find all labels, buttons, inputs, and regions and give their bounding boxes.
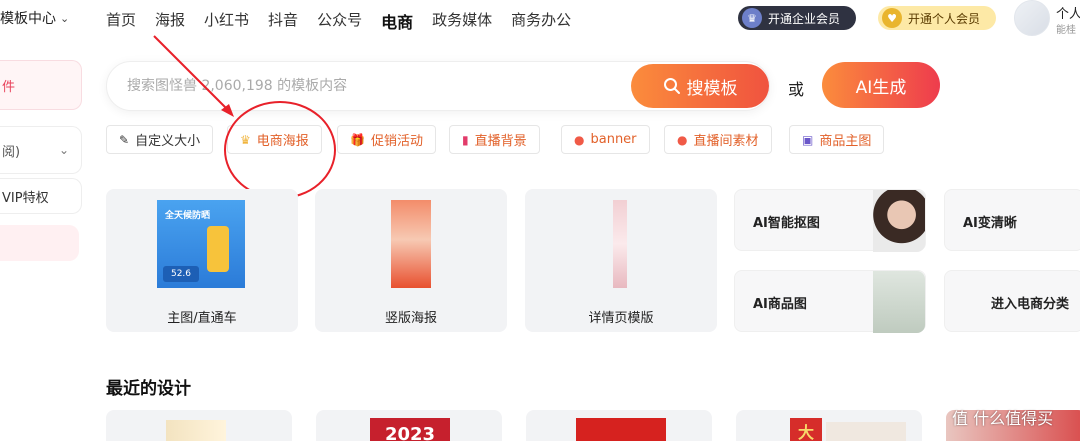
enterprise-member-button[interactable]: ♛ 开通企业会员: [738, 6, 856, 30]
template-center-label: 模板中心: [0, 11, 56, 27]
chip-live-materials[interactable]: ● 直播间素材: [664, 125, 772, 154]
template-center-menu[interactable]: 模板中心 ⌄: [0, 8, 69, 28]
nav-item-douyin[interactable]: 抖音: [268, 9, 298, 33]
personal-member-label: 开通个人会员: [908, 11, 981, 26]
chip-label: banner: [590, 132, 637, 147]
nav-item-wechat-official[interactable]: 公众号: [317, 9, 362, 33]
chip-label: 商品主图: [819, 134, 872, 149]
search-template-button[interactable]: 搜模板: [631, 64, 769, 108]
chevron-down-icon: ⌄: [58, 143, 69, 157]
category-card-main-image[interactable]: 全天候防晒 52.6 主图/直通车: [106, 189, 298, 332]
ai-cutout-thumbnail: [873, 190, 925, 252]
chip-label: 促销活动: [370, 134, 423, 149]
heart-icon: ●: [677, 132, 688, 147]
search-icon: [663, 78, 680, 94]
personal-member-button[interactable]: ♥ 开通个人会员: [878, 6, 996, 30]
user-subtitle: 能桂: [1056, 25, 1076, 36]
thumbnail-sunscreen: 全天候防晒 52.6: [157, 200, 245, 288]
camera-icon: ▣: [802, 132, 814, 147]
banner-icon: ●: [574, 132, 585, 147]
ai-card-label: AI商品图: [753, 297, 807, 312]
chevron-down-icon: ⌄: [60, 11, 70, 25]
chip-label: 自定义大小: [135, 134, 201, 149]
category-card-detail-page[interactable]: 详情页模版: [525, 189, 717, 332]
ai-card-smart-cutout[interactable]: AI智能抠图: [734, 189, 926, 252]
sidebar-item-label: 件: [2, 79, 16, 95]
recent-design-card[interactable]: 大: [736, 410, 922, 441]
sidebar-item-label: VIP特权: [2, 190, 49, 206]
category-card-vertical-poster[interactable]: 竖版海报: [315, 189, 507, 332]
sidebar-item-file[interactable]: 件: [0, 60, 82, 110]
ai-card-label: 进入电商分类: [991, 297, 1070, 312]
sidebar-item-label: 阅): [2, 144, 21, 160]
recent-thumb-text: 2023: [370, 418, 450, 441]
nav-item-business-office[interactable]: 商务办公: [511, 9, 571, 33]
ai-card-enhance[interactable]: AI变清晰: [944, 189, 1080, 251]
chip-promotion[interactable]: 🎁 促销活动: [337, 125, 436, 154]
enterprise-member-label: 开通企业会员: [768, 11, 841, 26]
nav-item-ecommerce[interactable]: 电商: [381, 9, 413, 33]
card-label: 竖版海报: [384, 311, 437, 326]
recent-thumb-text: 大: [790, 418, 822, 441]
thumbnail-vertical-poster: [391, 200, 431, 288]
chip-custom-size[interactable]: ✎ 自定义大小: [106, 125, 214, 154]
card-label: 主图/直通车: [167, 311, 237, 326]
search-bar: 搜模板: [106, 61, 770, 111]
ai-card-label: AI变清晰: [963, 216, 1017, 231]
thumbnail-title: 全天候防晒: [165, 211, 211, 221]
recent-design-card[interactable]: [526, 410, 712, 441]
pen-icon: ✎: [119, 132, 130, 147]
personal-badge-icon: ♥: [882, 8, 902, 28]
search-input[interactable]: [127, 75, 607, 97]
chip-live-background[interactable]: ▮ 直播背景: [449, 125, 540, 154]
avatar[interactable]: [1014, 0, 1050, 36]
chip-banner[interactable]: ● banner: [561, 125, 650, 154]
gift-icon: 🎁: [350, 132, 365, 147]
watermark: 值 什么值得买: [952, 409, 1054, 428]
chip-product-main-image[interactable]: ▣ 商品主图: [789, 125, 885, 154]
main-nav: 首页 海报 小红书 抖音 公众号 电商 政务媒体 商务办公: [106, 9, 571, 33]
ai-product-thumbnail: [873, 271, 925, 333]
recent-design-card[interactable]: 2023: [316, 410, 502, 441]
sidebar-item-highlight[interactable]: [0, 225, 79, 261]
thumbnail-detail-page: [613, 200, 627, 288]
nav-item-poster[interactable]: 海报: [155, 9, 185, 33]
nav-item-home[interactable]: 首页: [106, 9, 136, 33]
recent-designs-title: 最近的设计: [106, 379, 191, 399]
or-text: 或: [788, 80, 805, 99]
lipstick-icon: ▮: [462, 132, 469, 147]
search-button-label: 搜模板: [686, 78, 738, 98]
ai-card-product-image[interactable]: AI商品图: [734, 270, 926, 333]
nav-item-government-media[interactable]: 政务媒体: [432, 9, 492, 33]
ai-card-label: AI智能抠图: [753, 216, 820, 231]
chip-label: 直播背景: [474, 134, 527, 149]
chip-label: 电商海报: [256, 134, 309, 149]
top-bar: 模板中心 ⌄ 首页 海报 小红书 抖音 公众号 电商 政务媒体 商务办公 ♛ 开…: [0, 0, 1080, 40]
ai-card-ecommerce-category[interactable]: 进入电商分类: [944, 270, 1080, 332]
nav-item-xiaohongshu[interactable]: 小红书: [204, 9, 249, 33]
thumbnail-price: 52.6: [163, 266, 199, 282]
ai-generate-button[interactable]: AI生成: [822, 62, 940, 108]
enterprise-badge-icon: ♛: [742, 8, 762, 28]
recent-design-card[interactable]: [106, 410, 292, 441]
user-name[interactable]: 个人: [1056, 3, 1080, 22]
chip-ecommerce-poster[interactable]: ♛ 电商海报: [227, 125, 322, 154]
sidebar-item-vip[interactable]: VIP特权: [0, 178, 82, 214]
card-label: 详情页模版: [588, 311, 654, 326]
crown-icon: ♛: [240, 132, 251, 147]
chip-label: 直播间素材: [693, 134, 759, 149]
sidebar-item-dropdown[interactable]: 阅) ⌄: [0, 126, 82, 174]
